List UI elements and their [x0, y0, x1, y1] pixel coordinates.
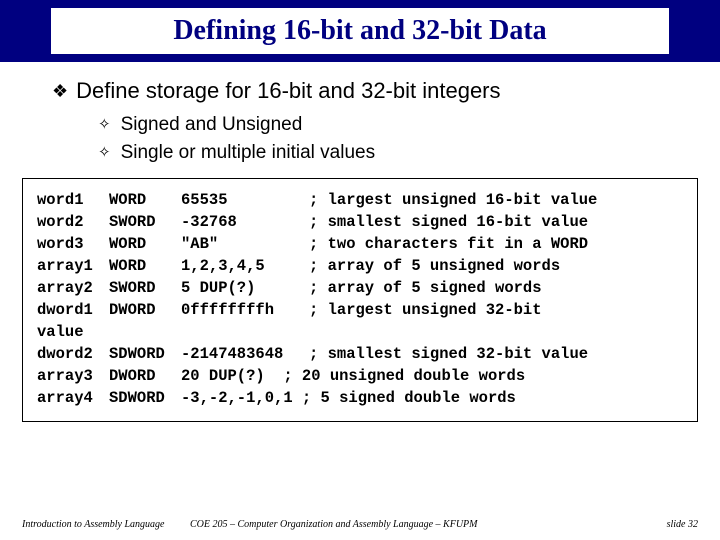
bullet-l1-text: Define storage for 16-bit and 32-bit int…	[76, 78, 500, 104]
code-value	[181, 321, 309, 343]
code-type: WORD	[109, 255, 181, 277]
code-label: array2	[37, 277, 109, 299]
code-label: array4	[37, 387, 109, 409]
code-value: 1,2,3,4,5	[181, 255, 309, 277]
code-comment: ; largest unsigned 16-bit value	[309, 189, 683, 211]
code-row: dword2SDWORD-2147483648; smallest signed…	[37, 343, 683, 365]
code-value: "AB"	[181, 233, 309, 255]
code-comment: ; array of 5 signed words	[309, 277, 683, 299]
diamond-filled-icon: ❖	[52, 78, 68, 104]
code-label: value	[37, 321, 109, 343]
code-type: SWORD	[109, 211, 181, 233]
code-label: word2	[37, 211, 109, 233]
code-rest: 20 DUP(?) ; 20 unsigned double words	[181, 365, 525, 387]
code-type: DWORD	[109, 299, 181, 321]
code-row: array4SDWORD-3,-2,-1,0,1 ; 5 signed doub…	[37, 387, 683, 409]
footer-center: COE 205 – Computer Organization and Asse…	[190, 519, 667, 530]
code-value: 65535	[181, 189, 309, 211]
code-row: array3DWORD20 DUP(?) ; 20 unsigned doubl…	[37, 365, 683, 387]
code-type: DWORD	[109, 365, 181, 387]
code-type: SWORD	[109, 277, 181, 299]
code-label: word1	[37, 189, 109, 211]
code-comment: ; array of 5 unsigned words	[309, 255, 683, 277]
bullet-l2a-text: Signed and Unsigned	[121, 114, 303, 136]
code-type: WORD	[109, 189, 181, 211]
bullet-level2: ✧ Signed and Unsigned	[98, 114, 668, 136]
code-box: word1WORD65535; largest unsigned 16-bit …	[22, 178, 698, 422]
title-inset: Defining 16-bit and 32-bit Data	[51, 8, 669, 54]
content-area: ❖ Define storage for 16-bit and 32-bit i…	[0, 62, 720, 164]
footer: Introduction to Assembly Language COE 20…	[0, 519, 720, 530]
code-comment: ; smallest signed 32-bit value	[309, 343, 683, 365]
code-label: dword2	[37, 343, 109, 365]
footer-right: slide 32	[667, 519, 720, 530]
footer-left: Introduction to Assembly Language	[0, 519, 190, 530]
code-value: -32768	[181, 211, 309, 233]
slide-title: Defining 16-bit and 32-bit Data	[173, 15, 546, 47]
code-value: 0ffffffffh	[181, 299, 309, 321]
code-row: value	[37, 321, 683, 343]
code-row: word1WORD65535; largest unsigned 16-bit …	[37, 189, 683, 211]
code-value: -2147483648	[181, 343, 309, 365]
bullet-level2: ✧ Single or multiple initial values	[98, 142, 668, 164]
diamond-open-icon: ✧	[98, 142, 111, 164]
code-type: WORD	[109, 233, 181, 255]
code-label: word3	[37, 233, 109, 255]
code-row: word3WORD"AB"; two characters fit in a W…	[37, 233, 683, 255]
code-comment: ; largest unsigned 32-bit	[309, 299, 683, 321]
code-label: array3	[37, 365, 109, 387]
code-type	[109, 321, 181, 343]
code-type: SDWORD	[109, 387, 181, 409]
code-label: array1	[37, 255, 109, 277]
code-comment: ; smallest signed 16-bit value	[309, 211, 683, 233]
code-value: 5 DUP(?)	[181, 277, 309, 299]
code-rest: -3,-2,-1,0,1 ; 5 signed double words	[181, 387, 516, 409]
bullet-level1: ❖ Define storage for 16-bit and 32-bit i…	[52, 78, 668, 104]
code-row: word2SWORD-32768; smallest signed 16-bit…	[37, 211, 683, 233]
code-label: dword1	[37, 299, 109, 321]
code-comment: ; two characters fit in a WORD	[309, 233, 683, 255]
code-row: array2SWORD5 DUP(?); array of 5 signed w…	[37, 277, 683, 299]
code-row: array1WORD1,2,3,4,5; array of 5 unsigned…	[37, 255, 683, 277]
diamond-open-icon: ✧	[98, 114, 111, 136]
code-type: SDWORD	[109, 343, 181, 365]
code-row: dword1DWORD0ffffffffh; largest unsigned …	[37, 299, 683, 321]
code-comment	[309, 321, 683, 343]
bullet-l2b-text: Single or multiple initial values	[121, 142, 376, 164]
title-bar: Defining 16-bit and 32-bit Data	[0, 0, 720, 62]
